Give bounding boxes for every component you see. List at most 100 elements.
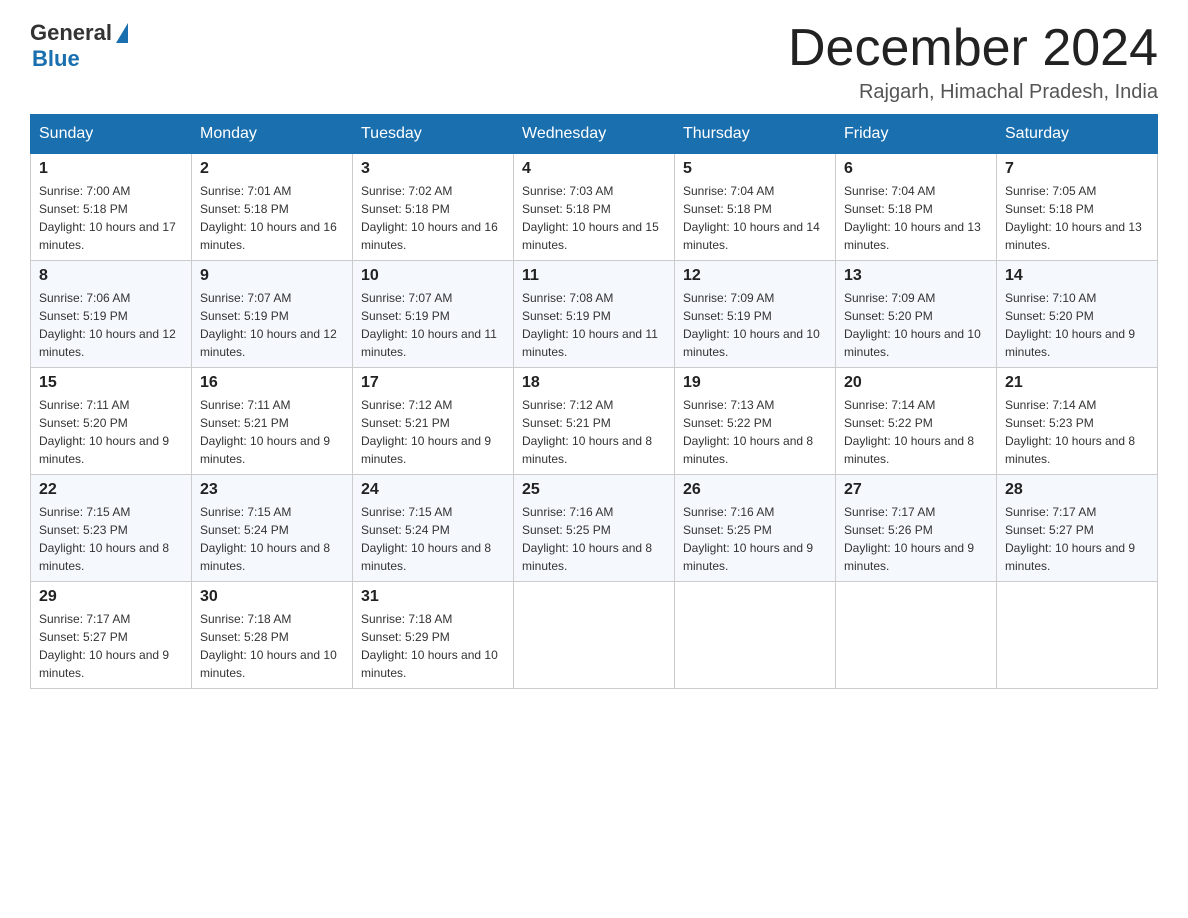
day-info: Sunrise: 7:15 AMSunset: 5:23 PMDaylight:… (39, 503, 183, 575)
day-of-week-header: Tuesday (353, 115, 514, 154)
calendar-week-row: 15 Sunrise: 7:11 AMSunset: 5:20 PMDayligh… (31, 368, 1158, 475)
day-number: 24 (361, 481, 505, 499)
day-number: 29 (39, 588, 183, 606)
day-number: 19 (683, 374, 827, 392)
calendar-day-cell: 14 Sunrise: 7:10 AMSunset: 5:20 PMDayligh… (997, 261, 1158, 368)
day-info: Sunrise: 7:17 AMSunset: 5:27 PMDaylight:… (39, 610, 183, 682)
calendar-day-cell: 31 Sunrise: 7:18 AMSunset: 5:29 PMDayligh… (353, 582, 514, 689)
day-info: Sunrise: 7:02 AMSunset: 5:18 PMDaylight:… (361, 182, 505, 254)
empty-cell (997, 582, 1158, 689)
day-number: 10 (361, 267, 505, 285)
calendar-day-cell: 26Sunrise: 7:16 AMSunset: 5:25 PMDayligh… (675, 475, 836, 582)
day-info: Sunrise: 7:13 AMSunset: 5:22 PMDaylight:… (683, 396, 827, 468)
calendar-day-cell: 13Sunrise: 7:09 AMSunset: 5:20 PMDayligh… (836, 261, 997, 368)
location-text: Rajgarh, Himachal Pradesh, India (788, 81, 1158, 104)
calendar-week-row: 1 Sunrise: 7:00 AMSunset: 5:18 PMDaylight… (31, 154, 1158, 261)
day-number: 22 (39, 481, 183, 499)
calendar-day-cell: 29 Sunrise: 7:17 AMSunset: 5:27 PMDayligh… (31, 582, 192, 689)
calendar-week-row: 29 Sunrise: 7:17 AMSunset: 5:27 PMDayligh… (31, 582, 1158, 689)
calendar-day-cell: 22 Sunrise: 7:15 AMSunset: 5:23 PMDayligh… (31, 475, 192, 582)
day-info: Sunrise: 7:15 AMSunset: 5:24 PMDaylight:… (361, 503, 505, 575)
day-of-week-header: Saturday (997, 115, 1158, 154)
day-number: 6 (844, 160, 988, 178)
calendar-day-cell: 12Sunrise: 7:09 AMSunset: 5:19 PMDayligh… (675, 261, 836, 368)
calendar-day-cell: 24 Sunrise: 7:15 AMSunset: 5:24 PMDayligh… (353, 475, 514, 582)
day-info: Sunrise: 7:12 AMSunset: 5:21 PMDaylight:… (522, 396, 666, 468)
calendar-day-cell: 4Sunrise: 7:03 AMSunset: 5:18 PMDaylight… (514, 154, 675, 261)
day-info: Sunrise: 7:14 AMSunset: 5:22 PMDaylight:… (844, 396, 988, 468)
day-number: 2 (200, 160, 344, 178)
logo-triangle-icon (116, 23, 128, 43)
calendar-day-cell: 27 Sunrise: 7:17 AMSunset: 5:26 PMDayligh… (836, 475, 997, 582)
calendar-day-cell: 15 Sunrise: 7:11 AMSunset: 5:20 PMDayligh… (31, 368, 192, 475)
day-info: Sunrise: 7:16 AMSunset: 5:25 PMDaylight:… (683, 503, 827, 575)
day-number: 25 (522, 481, 666, 499)
day-info: Sunrise: 7:11 AMSunset: 5:21 PMDaylight:… (200, 396, 344, 468)
day-info: Sunrise: 7:07 AMSunset: 5:19 PMDaylight:… (200, 289, 344, 361)
day-info: Sunrise: 7:17 AMSunset: 5:26 PMDaylight:… (844, 503, 988, 575)
empty-cell (836, 582, 997, 689)
day-info: Sunrise: 7:10 AMSunset: 5:20 PMDaylight:… (1005, 289, 1149, 361)
calendar-day-cell: 25 Sunrise: 7:16 AMSunset: 5:25 PMDayligh… (514, 475, 675, 582)
logo-blue-text: Blue (32, 46, 80, 72)
calendar-week-row: 22 Sunrise: 7:15 AMSunset: 5:23 PMDayligh… (31, 475, 1158, 582)
calendar-day-cell: 16 Sunrise: 7:11 AMSunset: 5:21 PMDayligh… (192, 368, 353, 475)
calendar-table: SundayMondayTuesdayWednesdayThursdayFrid… (30, 114, 1158, 689)
day-info: Sunrise: 7:16 AMSunset: 5:25 PMDaylight:… (522, 503, 666, 575)
day-number: 21 (1005, 374, 1149, 392)
day-info: Sunrise: 7:15 AMSunset: 5:24 PMDaylight:… (200, 503, 344, 575)
logo-general-text: General (30, 20, 112, 46)
day-number: 3 (361, 160, 505, 178)
day-number: 1 (39, 160, 183, 178)
day-info: Sunrise: 7:04 AMSunset: 5:18 PMDaylight:… (844, 182, 988, 254)
day-info: Sunrise: 7:18 AMSunset: 5:29 PMDaylight:… (361, 610, 505, 682)
calendar-day-cell: 20 Sunrise: 7:14 AMSunset: 5:22 PMDayligh… (836, 368, 997, 475)
calendar-day-cell: 21 Sunrise: 7:14 AMSunset: 5:23 PMDayligh… (997, 368, 1158, 475)
day-info: Sunrise: 7:14 AMSunset: 5:23 PMDaylight:… (1005, 396, 1149, 468)
day-of-week-header: Monday (192, 115, 353, 154)
calendar-day-cell: 18Sunrise: 7:12 AMSunset: 5:21 PMDayligh… (514, 368, 675, 475)
calendar-header-row: SundayMondayTuesdayWednesdayThursdayFrid… (31, 115, 1158, 154)
calendar-day-cell: 8Sunrise: 7:06 AMSunset: 5:19 PMDaylight… (31, 261, 192, 368)
day-number: 16 (200, 374, 344, 392)
day-number: 9 (200, 267, 344, 285)
day-number: 7 (1005, 160, 1149, 178)
empty-cell (514, 582, 675, 689)
day-number: 20 (844, 374, 988, 392)
day-info: Sunrise: 7:01 AMSunset: 5:18 PMDaylight:… (200, 182, 344, 254)
day-number: 5 (683, 160, 827, 178)
empty-cell (675, 582, 836, 689)
calendar-day-cell: 5Sunrise: 7:04 AMSunset: 5:18 PMDaylight… (675, 154, 836, 261)
calendar-day-cell: 6 Sunrise: 7:04 AMSunset: 5:18 PMDaylight… (836, 154, 997, 261)
calendar-day-cell: 10Sunrise: 7:07 AMSunset: 5:19 PMDayligh… (353, 261, 514, 368)
day-info: Sunrise: 7:03 AMSunset: 5:18 PMDaylight:… (522, 182, 666, 254)
calendar-day-cell: 11 Sunrise: 7:08 AMSunset: 5:19 PMDayligh… (514, 261, 675, 368)
day-info: Sunrise: 7:09 AMSunset: 5:20 PMDaylight:… (844, 289, 988, 361)
day-number: 23 (200, 481, 344, 499)
month-title: December 2024 (788, 20, 1158, 77)
day-of-week-header: Sunday (31, 115, 192, 154)
day-info: Sunrise: 7:17 AMSunset: 5:27 PMDaylight:… (1005, 503, 1149, 575)
day-number: 31 (361, 588, 505, 606)
calendar-day-cell: 28 Sunrise: 7:17 AMSunset: 5:27 PMDayligh… (997, 475, 1158, 582)
day-number: 14 (1005, 267, 1149, 285)
day-number: 11 (522, 267, 666, 285)
day-number: 12 (683, 267, 827, 285)
page-header: General Blue December 2024 Rajgarh, Hima… (30, 20, 1158, 104)
day-info: Sunrise: 7:12 AMSunset: 5:21 PMDaylight:… (361, 396, 505, 468)
day-info: Sunrise: 7:11 AMSunset: 5:20 PMDaylight:… (39, 396, 183, 468)
day-number: 27 (844, 481, 988, 499)
calendar-day-cell: 17 Sunrise: 7:12 AMSunset: 5:21 PMDayligh… (353, 368, 514, 475)
day-number: 17 (361, 374, 505, 392)
day-number: 28 (1005, 481, 1149, 499)
day-info: Sunrise: 7:05 AMSunset: 5:18 PMDaylight:… (1005, 182, 1149, 254)
day-info: Sunrise: 7:08 AMSunset: 5:19 PMDaylight:… (522, 289, 666, 361)
title-section: December 2024 Rajgarh, Himachal Pradesh,… (788, 20, 1158, 104)
calendar-day-cell: 30Sunrise: 7:18 AMSunset: 5:28 PMDayligh… (192, 582, 353, 689)
day-info: Sunrise: 7:06 AMSunset: 5:19 PMDaylight:… (39, 289, 183, 361)
logo: General Blue (30, 20, 128, 72)
day-info: Sunrise: 7:00 AMSunset: 5:18 PMDaylight:… (39, 182, 183, 254)
calendar-day-cell: 19 Sunrise: 7:13 AMSunset: 5:22 PMDayligh… (675, 368, 836, 475)
day-number: 15 (39, 374, 183, 392)
day-info: Sunrise: 7:18 AMSunset: 5:28 PMDaylight:… (200, 610, 344, 682)
